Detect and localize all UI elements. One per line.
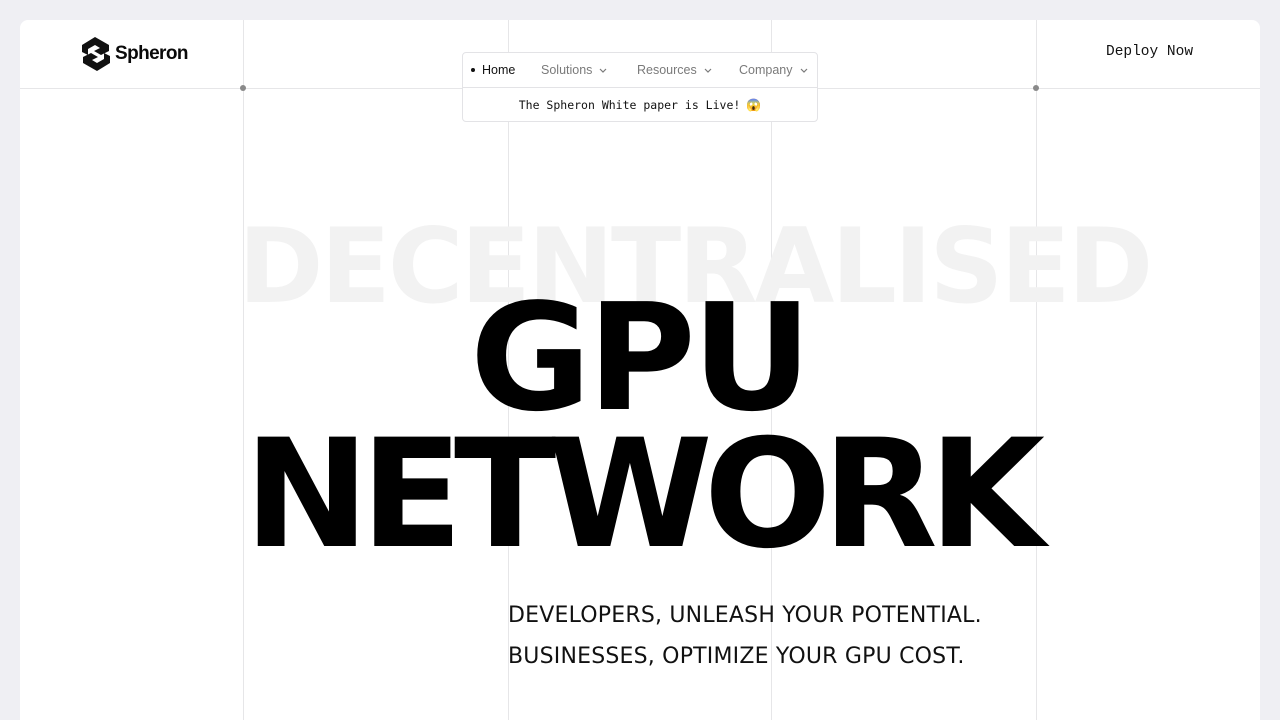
nav-item-label: Solutions (541, 63, 593, 77)
page-frame: DECENTRALISED GPU NETWORK DEVELOPERS, UN… (20, 20, 1260, 720)
hero-title-line-2: NETWORK (243, 408, 1045, 582)
nav-item-home[interactable]: Home (471, 63, 541, 77)
hero-tagline-1: DEVELOPERS, UNLEASH YOUR POTENTIAL. (508, 603, 982, 628)
whitepaper-banner-text: The Spheron White paper is Live! (518, 98, 741, 112)
spheron-logo-icon (82, 37, 110, 71)
main-navigation: Home Solutions Resources Company The Sph… (462, 52, 818, 122)
chevron-down-icon (800, 68, 807, 73)
nav-menu: Home Solutions Resources Company (463, 53, 817, 88)
nav-item-company[interactable]: Company (739, 63, 808, 77)
nav-item-solutions[interactable]: Solutions (541, 63, 637, 77)
chevron-down-icon (704, 68, 712, 73)
nav-item-label: Company (739, 63, 793, 77)
nav-item-label: Resources (637, 63, 697, 77)
brand-logo[interactable]: Spheron (81, 36, 188, 72)
deploy-now-button[interactable]: Deploy Now (1106, 44, 1193, 60)
nav-item-label: Home (482, 63, 516, 77)
scream-emoji-icon: 😱 (746, 98, 762, 112)
nav-item-resources[interactable]: Resources (637, 63, 739, 77)
grid-dot (240, 85, 246, 91)
active-indicator-icon (471, 68, 475, 72)
whitepaper-banner-link[interactable]: The Spheron White paper is Live! 😱 (463, 88, 817, 122)
chevron-down-icon (600, 68, 607, 73)
grid-dot (1033, 85, 1039, 91)
hero-tagline-2: BUSINESSES, OPTIMIZE YOUR GPU COST. (508, 644, 965, 669)
brand-name: Spheron (115, 43, 188, 64)
